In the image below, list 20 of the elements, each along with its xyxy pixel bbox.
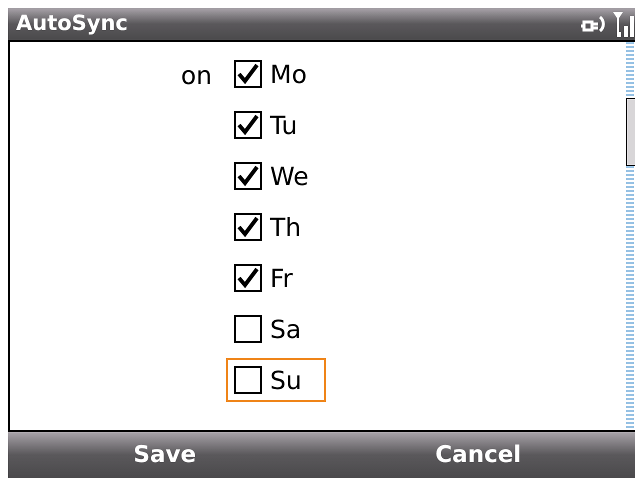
checkbox[interactable] [234, 111, 262, 139]
day-option[interactable]: Mo [226, 52, 326, 96]
signal-icon [613, 10, 635, 38]
softkey-button[interactable]: Cancel [322, 432, 635, 478]
checkbox[interactable] [234, 264, 262, 292]
scrollbar-thumb[interactable] [626, 98, 635, 166]
day-option[interactable]: Fr [226, 256, 326, 300]
day-option[interactable]: Tu [226, 103, 326, 147]
softkey-button[interactable]: Save [8, 432, 322, 478]
checkbox[interactable] [234, 213, 262, 241]
checkbox[interactable] [234, 315, 262, 343]
checkbox[interactable] [234, 366, 262, 394]
day-option[interactable]: Th [226, 205, 326, 249]
schedule-label: on [180, 60, 213, 92]
day-option[interactable]: We [226, 154, 326, 198]
window-title: AutoSync [16, 10, 128, 38]
checkbox[interactable] [234, 60, 262, 88]
day-option[interactable]: Sa [226, 307, 326, 351]
day-option[interactable]: Su [226, 358, 326, 402]
checkbox[interactable] [234, 162, 262, 190]
